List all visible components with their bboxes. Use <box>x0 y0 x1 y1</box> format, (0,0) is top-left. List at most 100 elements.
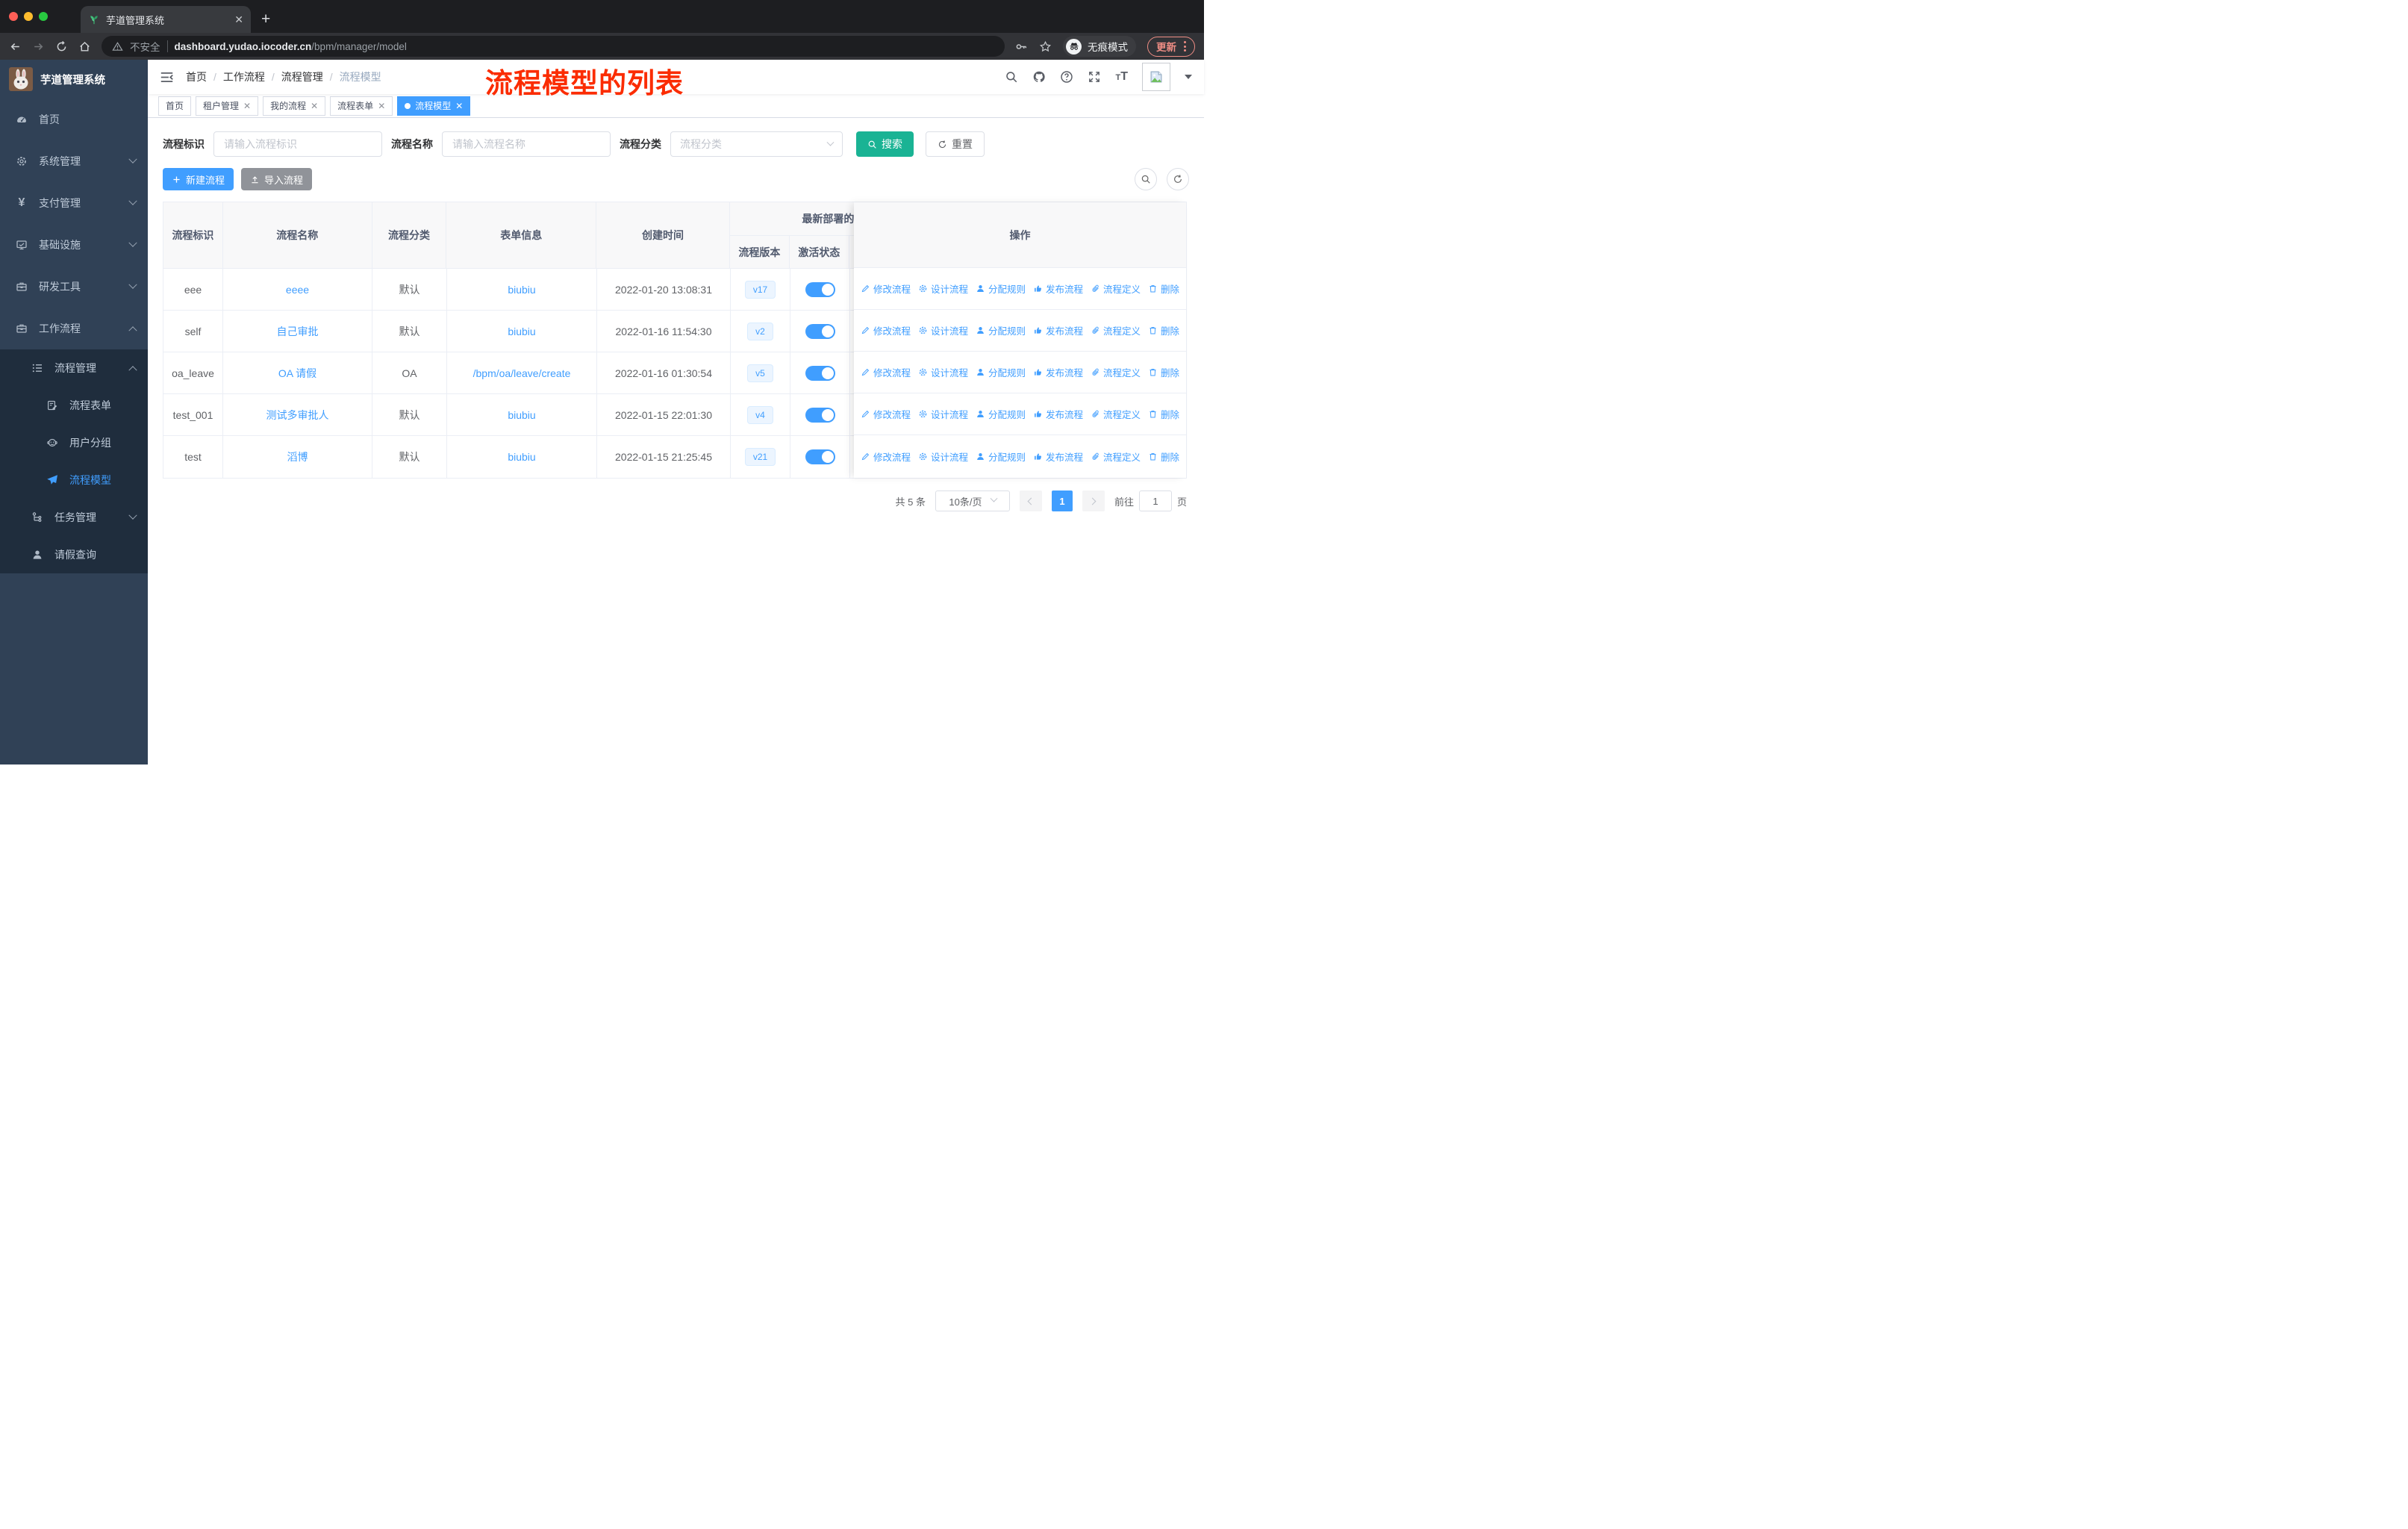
sidebar-item-infrastructure[interactable]: 基础设施 <box>0 224 148 266</box>
forward-icon[interactable] <box>32 40 45 53</box>
publish-process-link[interactable]: 发布流程 <box>1033 407 1083 421</box>
design-process-link[interactable]: 设计流程 <box>918 365 968 379</box>
process-name-link[interactable]: 滔博 <box>287 449 308 464</box>
password-key-icon[interactable] <box>1015 40 1028 53</box>
delete-link[interactable]: 删除 <box>1148 407 1179 421</box>
form-info-link[interactable]: biubiu <box>508 451 535 463</box>
process-name-link[interactable]: OA 请假 <box>278 366 316 381</box>
version-badge[interactable]: v5 <box>747 364 773 382</box>
security-label[interactable]: 不安全 <box>130 39 160 54</box>
publish-process-link[interactable]: 发布流程 <box>1033 281 1083 296</box>
tag-my-process[interactable]: 我的流程 ✕ <box>263 96 326 116</box>
process-name-input[interactable] <box>442 131 611 157</box>
goto-page-input[interactable] <box>1138 491 1172 511</box>
tag-close-icon[interactable]: ✕ <box>455 101 463 111</box>
process-definition-link[interactable]: 流程定义 <box>1091 281 1141 296</box>
active-toggle[interactable] <box>805 365 835 381</box>
design-process-link[interactable]: 设计流程 <box>918 407 968 421</box>
font-size-icon[interactable]: TT <box>1115 70 1128 84</box>
fullscreen-icon[interactable] <box>1088 70 1101 84</box>
form-info-link[interactable]: biubiu <box>508 326 535 337</box>
process-definition-link[interactable]: 流程定义 <box>1091 407 1141 421</box>
version-badge[interactable]: v21 <box>744 448 776 466</box>
home-icon[interactable] <box>78 40 91 53</box>
sidebar-item-payment[interactable]: ¥ 支付管理 <box>0 182 148 224</box>
browser-menu-icon[interactable] <box>1184 41 1186 52</box>
create-process-button[interactable]: 新建流程 <box>163 168 234 190</box>
tag-process-model[interactable]: 流程模型 ✕ <box>397 96 471 116</box>
current-page-button[interactable]: 1 <box>1051 491 1073 511</box>
version-badge[interactable]: v17 <box>744 280 776 299</box>
active-toggle[interactable] <box>805 449 835 464</box>
design-process-link[interactable]: 设计流程 <box>918 449 968 464</box>
sidebar-item-workflow[interactable]: 工作流程 <box>0 308 148 349</box>
browser-update-button[interactable]: 更新 <box>1147 36 1195 57</box>
modify-process-link[interactable]: 修改流程 <box>861 323 911 337</box>
modify-process-link[interactable]: 修改流程 <box>861 407 911 421</box>
process-definition-link[interactable]: 流程定义 <box>1091 449 1141 464</box>
process-id-input[interactable] <box>213 131 382 157</box>
prev-page-button[interactable] <box>1019 491 1042 511</box>
reset-button[interactable]: 重置 <box>926 131 985 157</box>
delete-link[interactable]: 删除 <box>1148 281 1179 296</box>
next-page-button[interactable] <box>1082 491 1105 511</box>
delete-link[interactable]: 删除 <box>1148 323 1179 337</box>
sidebar-item-task-management[interactable]: 任务管理 <box>0 499 148 536</box>
back-icon[interactable] <box>9 40 22 53</box>
close-window-button[interactable] <box>9 12 18 21</box>
form-info-link[interactable]: /bpm/oa/leave/create <box>473 367 571 379</box>
breadcrumb-item[interactable]: 首页 <box>186 69 207 84</box>
url-text[interactable]: dashboard.yudao.iocoder.cn/bpm/manager/m… <box>175 41 407 52</box>
avatar-caret-icon[interactable] <box>1185 75 1192 83</box>
assign-rules-link[interactable]: 分配规则 <box>976 323 1026 337</box>
reload-icon[interactable] <box>55 40 68 53</box>
breadcrumb-item[interactable]: 流程管理 <box>281 69 323 84</box>
sidebar-item-leave-query[interactable]: 请假查询 <box>0 536 148 573</box>
sidebar-logo[interactable]: 芋道管理系统 <box>0 60 148 99</box>
modify-process-link[interactable]: 修改流程 <box>861 281 911 296</box>
tag-home[interactable]: 首页 <box>158 96 192 116</box>
active-toggle[interactable] <box>805 323 835 339</box>
tag-close-icon[interactable]: ✕ <box>378 101 385 111</box>
sidebar-item-devtools[interactable]: 研发工具 <box>0 266 148 308</box>
publish-process-link[interactable]: 发布流程 <box>1033 323 1083 337</box>
import-process-button[interactable]: 导入流程 <box>241 168 313 190</box>
assign-rules-link[interactable]: 分配规则 <box>976 449 1026 464</box>
refresh-table-button[interactable] <box>1167 168 1189 190</box>
version-badge[interactable]: v2 <box>747 322 773 340</box>
browser-tab[interactable]: 芋道管理系统 ✕ <box>81 6 251 33</box>
hamburger-icon[interactable] <box>160 70 174 84</box>
version-badge[interactable]: v4 <box>747 405 773 424</box>
sidebar-item-process-form[interactable]: 流程表单 <box>0 387 148 424</box>
process-category-select[interactable]: 流程分类 <box>670 131 843 157</box>
design-process-link[interactable]: 设计流程 <box>918 281 968 296</box>
tag-close-icon[interactable]: ✕ <box>311 101 318 111</box>
tag-close-icon[interactable]: ✕ <box>243 101 251 111</box>
address-bar[interactable]: 不安全 dashboard.yudao.iocoder.cn/bpm/manag… <box>102 36 1005 57</box>
process-name-link[interactable]: 测试多审批人 <box>266 408 329 423</box>
modify-process-link[interactable]: 修改流程 <box>861 449 911 464</box>
process-definition-link[interactable]: 流程定义 <box>1091 365 1141 379</box>
search-icon[interactable] <box>1005 70 1018 84</box>
tag-process-form[interactable]: 流程表单 ✕ <box>330 96 393 116</box>
sidebar-item-user-group[interactable]: 用户分组 <box>0 424 148 461</box>
user-avatar[interactable] <box>1142 63 1170 91</box>
delete-link[interactable]: 删除 <box>1148 365 1179 379</box>
delete-link[interactable]: 删除 <box>1148 449 1179 464</box>
assign-rules-link[interactable]: 分配规则 <box>976 281 1026 296</box>
page-size-select[interactable]: 10条/页 <box>935 491 1010 511</box>
form-info-link[interactable]: biubiu <box>508 284 535 296</box>
process-name-link[interactable]: eeee <box>286 284 309 296</box>
modify-process-link[interactable]: 修改流程 <box>861 365 911 379</box>
sidebar-item-home[interactable]: 首页 <box>0 99 148 140</box>
assign-rules-link[interactable]: 分配规则 <box>976 407 1026 421</box>
breadcrumb-item[interactable]: 工作流程 <box>223 69 265 84</box>
new-tab-button[interactable]: + <box>261 10 270 28</box>
sidebar-item-process-model[interactable]: 流程模型 <box>0 461 148 499</box>
minimize-window-button[interactable] <box>24 12 33 21</box>
toggle-search-button[interactable] <box>1135 168 1157 190</box>
sidebar-item-system[interactable]: 系统管理 <box>0 140 148 182</box>
github-icon[interactable] <box>1032 70 1046 84</box>
publish-process-link[interactable]: 发布流程 <box>1033 449 1083 464</box>
zoom-window-button[interactable] <box>39 12 48 21</box>
